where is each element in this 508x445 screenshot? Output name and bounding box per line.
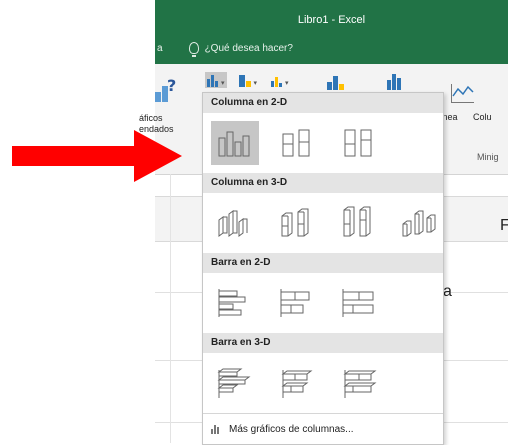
100-stacked-column-option[interactable] (335, 121, 383, 165)
100-stacked-bar-option[interactable] (335, 281, 383, 325)
stacked-bar-icon (280, 289, 310, 317)
column-header-letter: F (500, 217, 508, 234)
column-chart-gallery: Columna en 2-D Columna en 3-D Barra en 2… (202, 92, 444, 445)
3d-clustered-bar-option[interactable] (211, 361, 259, 405)
gallery-row-column-2d (203, 113, 443, 173)
clustered-column-option[interactable] (211, 121, 259, 165)
3d-100-stacked-column-icon (343, 206, 371, 237)
chevron-down-icon: ▾ (221, 80, 225, 87)
sparkline-column-label[interactable]: Colu (473, 112, 492, 122)
insert-column-chart-button[interactable]: ▾ (205, 72, 227, 88)
pivotchart-icon[interactable] (327, 70, 344, 90)
3d-stacked-bar-option[interactable] (273, 361, 321, 405)
chart-type-buttons: ▾ ▾ ▾ (205, 72, 291, 88)
clustered-bar-option[interactable] (211, 281, 259, 325)
3d-clustered-bar-icon (217, 368, 251, 398)
section-header-column-2d: Columna en 2-D (203, 93, 443, 113)
3d-100-stacked-column-option[interactable] (334, 201, 382, 245)
3d-column-icon (402, 210, 436, 237)
3d-100-stacked-bar-option[interactable] (335, 361, 383, 405)
sparkline-line-icon[interactable] (451, 84, 474, 103)
stacked-bar-option[interactable] (273, 281, 321, 325)
insert-hierarchy-chart-button[interactable]: ▾ (237, 72, 260, 88)
chevron-down-icon: ▾ (285, 80, 289, 87)
stacked-column-icon (282, 129, 310, 157)
3d-stacked-column-option[interactable] (273, 201, 321, 245)
3d-clustered-column-icon (218, 210, 248, 237)
gallery-row-column-3d (203, 193, 443, 253)
3d-map-icon[interactable] (387, 70, 401, 90)
window-title: Libro1 - Excel (297, 14, 366, 26)
stacked-column-option[interactable] (273, 121, 321, 165)
sparklines-group-label: Minig (477, 152, 499, 162)
clustered-bar-icon (218, 289, 246, 317)
cell-text[interactable]: a (443, 283, 452, 301)
section-header-bar-2d: Barra en 2-D (203, 253, 443, 273)
section-header-column-3d: Columna en 3-D (203, 173, 443, 193)
section-header-bar-3d: Barra en 3-D (203, 333, 443, 353)
gallery-row-bar-3d (203, 353, 443, 413)
column-chart-icon (211, 424, 221, 434)
more-column-charts-label[interactable]: Más gráficos de columnas... (229, 424, 354, 435)
3d-clustered-column-option[interactable] (211, 201, 259, 245)
3d-100-stacked-bar-icon (343, 370, 377, 398)
recommended-charts-icon[interactable]: ? (155, 76, 179, 104)
3d-stacked-bar-icon (281, 370, 313, 398)
3d-column-option[interactable] (396, 201, 444, 245)
tell-me-text[interactable]: ¿Qué desea hacer? (205, 43, 293, 54)
tell-me-box[interactable]: a ¿Qué desea hacer? (157, 42, 293, 57)
title-bar: Libro1 - Excel a ¿Qué desea hacer? (155, 0, 508, 64)
insert-waterfall-chart-button[interactable]: ▾ (269, 72, 291, 88)
red-arrow-annotation (12, 130, 182, 182)
more-column-charts-link[interactable]: Más gráficos de columnas... (203, 413, 443, 444)
100-stacked-bar-icon (342, 289, 374, 317)
chevron-down-icon: ▾ (253, 80, 258, 87)
100-stacked-column-icon (344, 129, 372, 157)
gallery-row-bar-2d (203, 273, 443, 333)
3d-stacked-column-icon (281, 208, 309, 237)
clustered-column-icon (218, 131, 250, 157)
lightbulb-icon (188, 42, 199, 57)
tab-fragment[interactable]: a (157, 43, 163, 54)
